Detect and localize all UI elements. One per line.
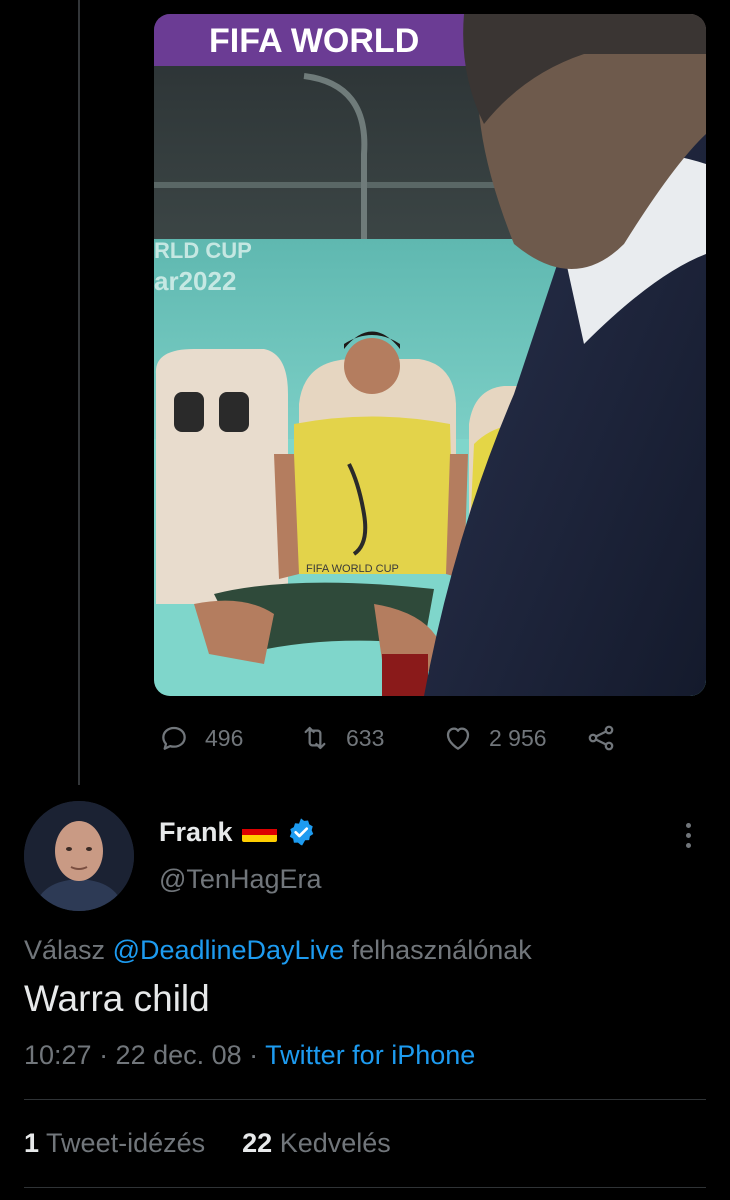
- share-action[interactable]: [584, 720, 618, 756]
- like-count: 2 956: [489, 724, 547, 751]
- tweet-text: Warra child: [24, 978, 210, 1019]
- wall-text-1: RLD CUP: [154, 238, 252, 263]
- reply-count: 496: [205, 724, 244, 751]
- author-name-row[interactable]: Frank: [159, 816, 317, 848]
- display-name[interactable]: Frank: [159, 817, 233, 848]
- divider: [24, 1187, 706, 1188]
- wall-text-2: ar2022: [154, 266, 236, 296]
- quote-label: Tweet-idézés: [46, 1128, 206, 1158]
- tweet-stats: 1 Tweet-idézés 22 Kedvelés: [24, 1128, 391, 1159]
- likes-count: 22: [242, 1128, 273, 1158]
- divider: [24, 1099, 706, 1100]
- banner-text: FIFA WORLD: [209, 22, 419, 60]
- reply-action[interactable]: 496: [157, 720, 243, 756]
- top-border: [0, 0, 730, 8]
- likes-label: Kedvelés: [279, 1128, 391, 1158]
- reply-mention-link[interactable]: @DeadlineDayLive: [113, 935, 345, 965]
- tweet-timestamp[interactable]: 10:27 · 22 dec. 08 ·: [24, 1040, 265, 1070]
- likes-stat[interactable]: 22 Kedvelés: [242, 1128, 391, 1158]
- like-action[interactable]: 2 956: [441, 720, 547, 756]
- reply-context: Válasz @DeadlineDayLive felhasználónak: [24, 935, 532, 966]
- share-icon: [584, 721, 618, 755]
- more-icon[interactable]: [676, 818, 700, 852]
- photo-illustration: FIFA WORLD RLD CUP ar2022 FIFA WORLD CUP: [154, 14, 706, 696]
- reply-icon: [157, 721, 191, 755]
- quote-tweets-stat[interactable]: 1 Tweet-idézés: [24, 1128, 205, 1158]
- germany-flag-icon: [241, 822, 277, 842]
- tweet-meta: 10:27 · 22 dec. 08 · Twitter for iPhone: [24, 1040, 475, 1071]
- verified-badge-icon: [285, 816, 317, 848]
- retweet-count: 633: [346, 724, 385, 751]
- thread-connector-line: [78, 0, 80, 785]
- reply-prefix: Válasz: [24, 935, 106, 965]
- reply-suffix: felhasználónak: [351, 935, 532, 965]
- retweet-action[interactable]: 633: [298, 720, 384, 756]
- user-handle[interactable]: @TenHagEra: [159, 864, 322, 895]
- tweet-source-link[interactable]: Twitter for iPhone: [265, 1040, 475, 1070]
- tweet-media-photo[interactable]: FIFA WORLD RLD CUP ar2022 FIFA WORLD CUP: [154, 14, 706, 696]
- retweet-icon: [298, 721, 332, 755]
- like-icon: [441, 721, 475, 755]
- avatar[interactable]: [24, 801, 134, 911]
- bib-text: FIFA WORLD CUP: [306, 563, 399, 575]
- quote-count: 1: [24, 1128, 40, 1158]
